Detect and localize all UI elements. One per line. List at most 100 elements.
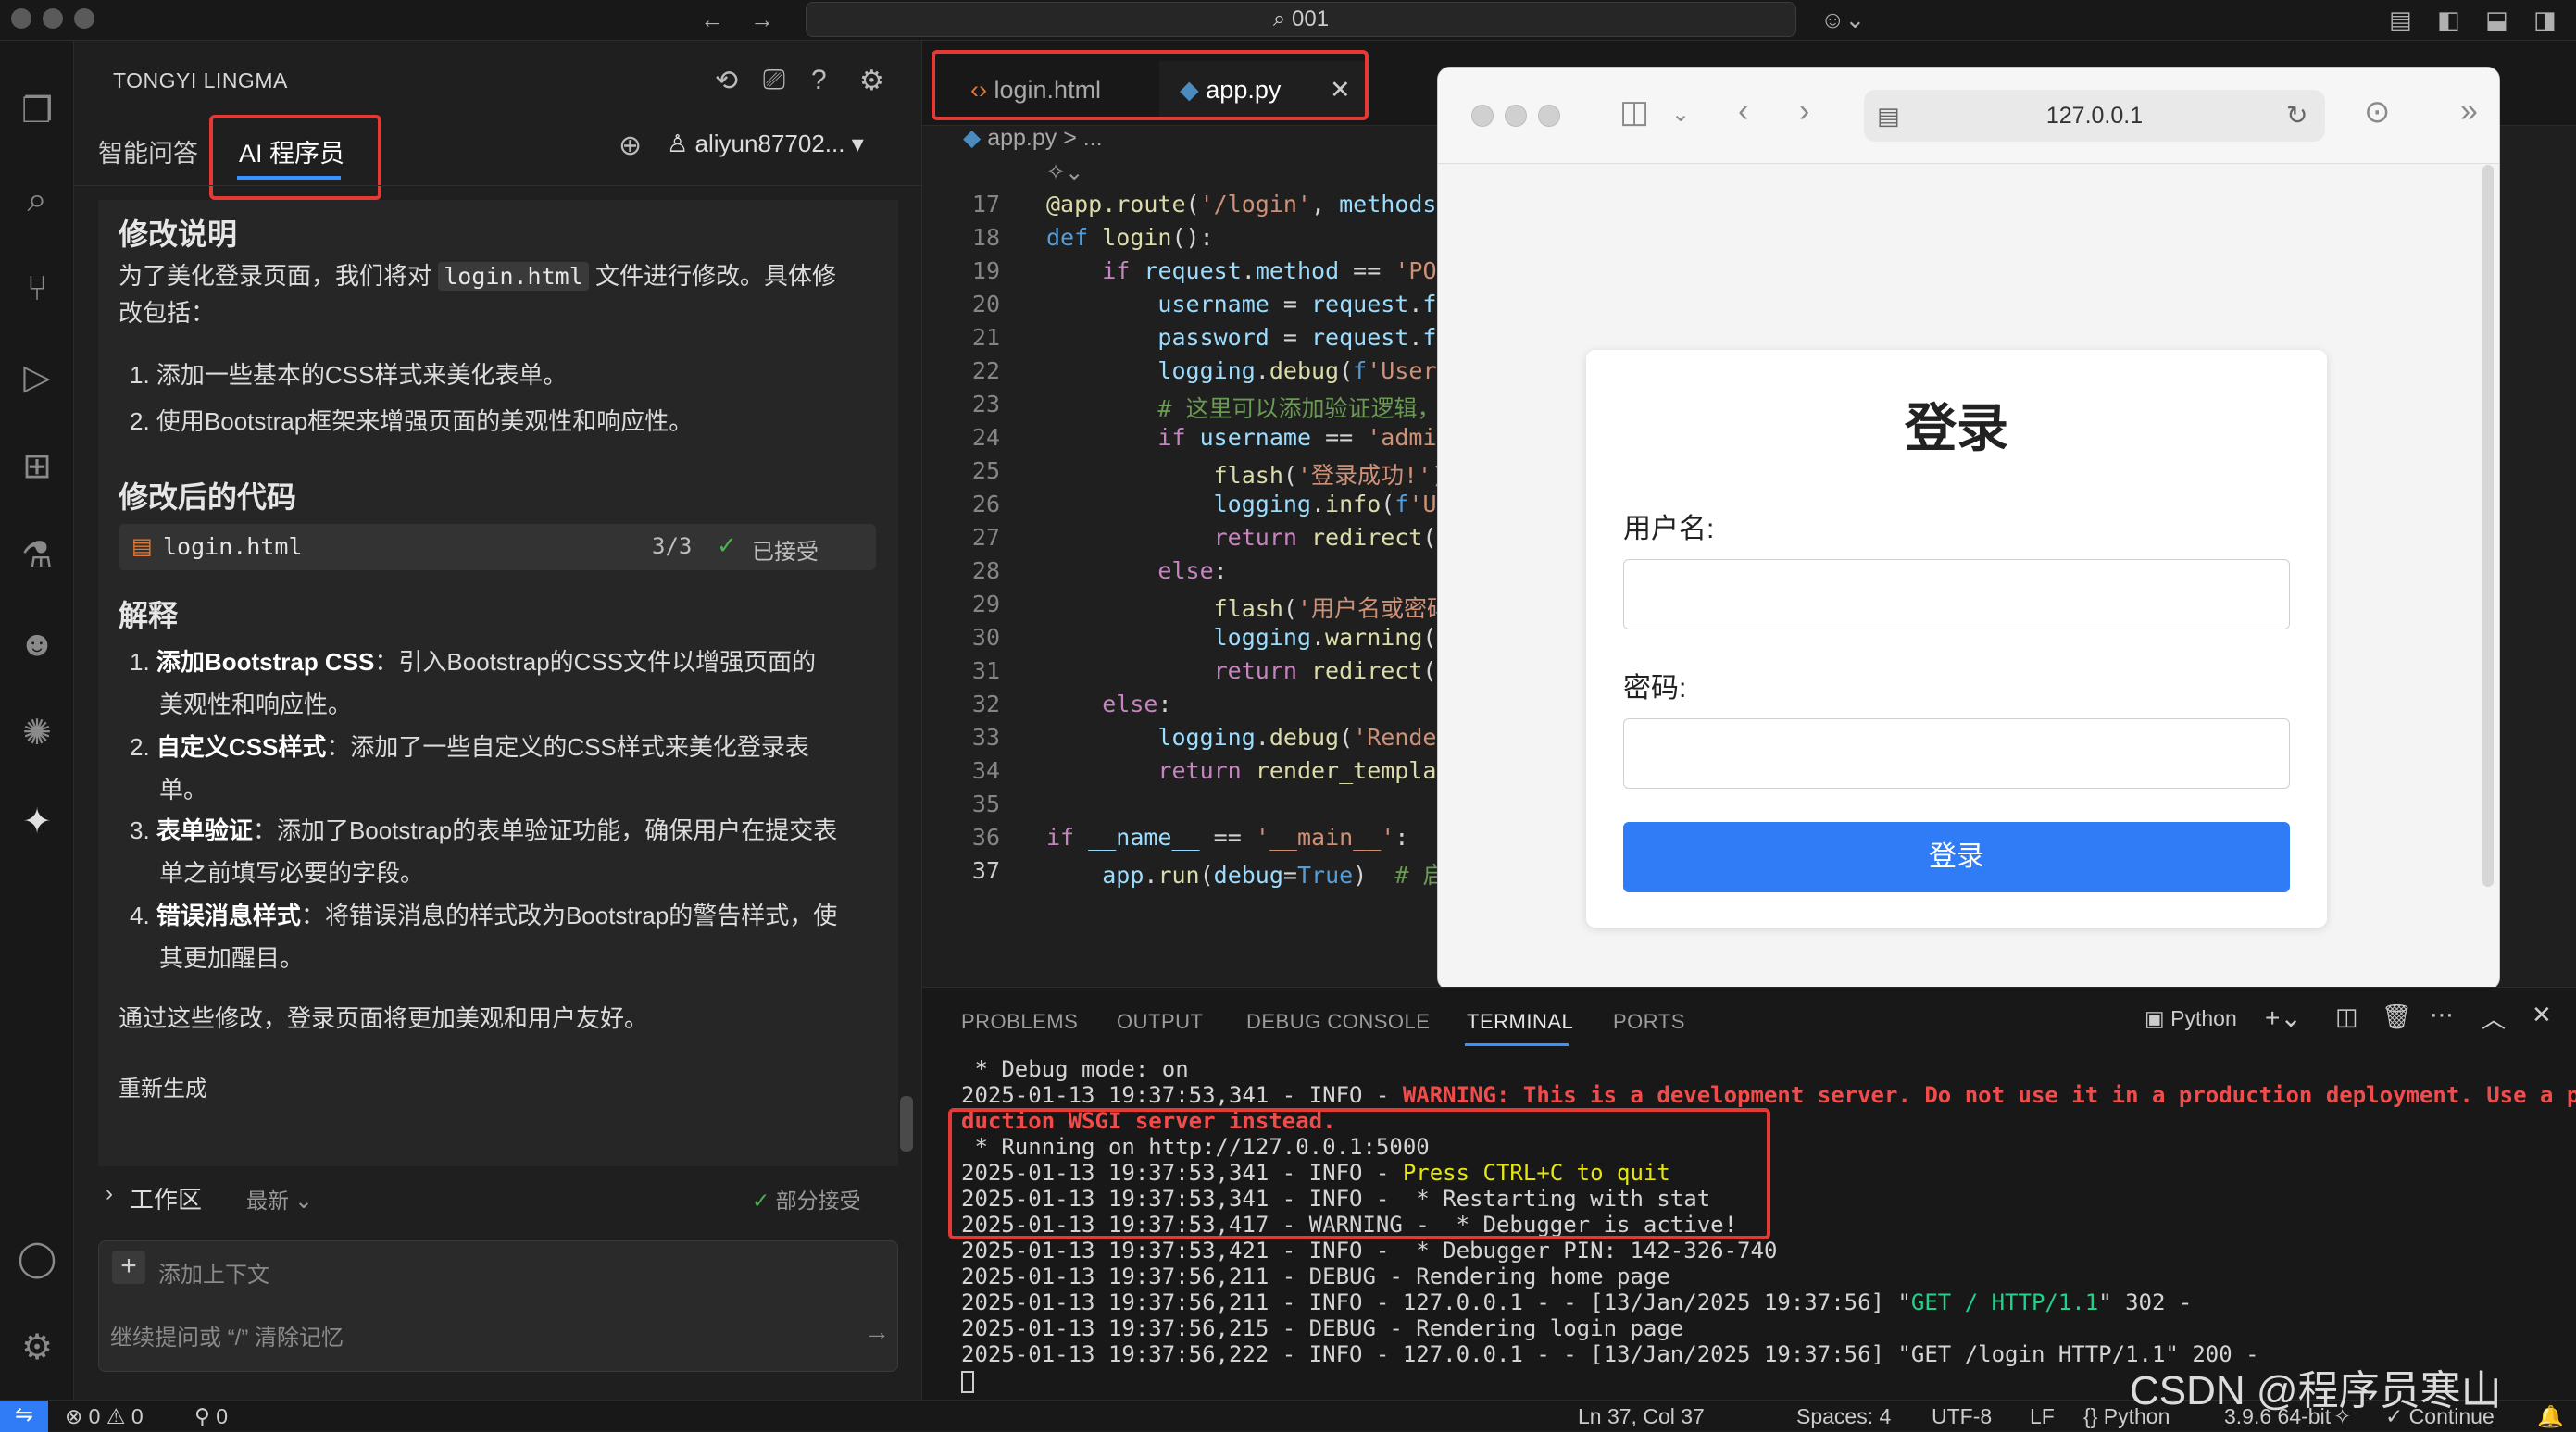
panel-title: TONGYI LINGMA — [113, 68, 288, 93]
chat-input-placeholder[interactable]: 继续提问或 “/” 清除记忆 — [110, 1319, 344, 1351]
copilot-icon[interactable]: ☺⌄ — [1820, 6, 1865, 34]
tab-smart-qa[interactable]: 智能问答 — [98, 133, 198, 169]
item-bold: 添加Bootstrap CSS — [156, 648, 375, 676]
explain-item-cont: 其更加醒目。 — [159, 944, 305, 972]
feedback-icon[interactable]: ⎚ — [763, 65, 785, 96]
problems-indicator[interactable]: ⊗ 0 ⚠ 0 — [65, 1404, 144, 1429]
activity-bar: ❐ ⌕ ⑂ ▷ ⊞ ⚗ ☻ ✺ ✦ ◯ ⚙ — [0, 41, 74, 1400]
terminal-shell-selector[interactable]: ▣ Python — [2145, 1006, 2237, 1031]
partial-accept-button[interactable]: ✓ 部分接受 — [752, 1183, 861, 1214]
tab-debug-console[interactable]: DEBUG CONSOLE — [1246, 1010, 1430, 1034]
browser-minimize-button[interactable] — [1505, 105, 1527, 127]
maximize-window-button[interactable] — [74, 8, 94, 29]
toggle-panel-icon[interactable]: ⬓ — [2485, 6, 2508, 34]
chat-input-box[interactable]: + 添加上下文 继续提问或 “/” 清除记忆 → — [98, 1240, 898, 1372]
item-text: ：引入Bootstrap的CSS文件以增强页面的 — [374, 648, 817, 676]
run-debug-icon[interactable]: ▷ — [13, 354, 61, 402]
tab-problems[interactable]: PROBLEMS — [961, 1010, 1078, 1034]
chevron-right-icon[interactable]: › — [106, 1181, 113, 1207]
settings-gear-icon[interactable]: ⚙ — [13, 1324, 61, 1372]
lingma-icon[interactable]: ✦ — [13, 798, 61, 846]
testing-icon[interactable]: ⚗ — [13, 531, 61, 579]
intro-part-a: 为了美化登录页面，我们将对 — [119, 262, 432, 290]
code-line: app.run(debug=True) # 启动 — [1102, 862, 1469, 889]
workspace-label[interactable]: 工作区 — [130, 1181, 202, 1215]
add-context-icon[interactable]: + — [112, 1251, 145, 1284]
encoding[interactable]: UTF-8 — [1932, 1404, 1992, 1429]
reload-icon[interactable]: ↻ — [2286, 90, 2307, 142]
tab-terminal[interactable]: TERMINAL — [1467, 1010, 1573, 1034]
tab-ports[interactable]: PORTS — [1613, 1010, 1685, 1034]
split-terminal-icon[interactable]: ◫ — [2335, 1002, 2358, 1031]
login-button[interactable]: 登录 — [1623, 822, 2290, 892]
scrollbar-thumb[interactable] — [900, 1096, 913, 1152]
add-context-label[interactable]: 添加上下文 — [158, 1256, 269, 1289]
code-line: logging.info(f'Us — [1213, 491, 1451, 517]
browser-close-button[interactable] — [1471, 105, 1494, 127]
openai-icon[interactable]: ✺ — [13, 709, 61, 757]
tab-output[interactable]: OUTPUT — [1117, 1010, 1203, 1034]
forward-arrow-icon[interactable]: → — [750, 6, 774, 34]
user-account-dropdown[interactable]: ♙ aliyun87702... ▾ — [667, 130, 864, 158]
bell-icon[interactable]: 🔔 — [2537, 1404, 2564, 1429]
toggle-sidebar-icon[interactable]: ◧ — [2437, 6, 2460, 34]
maximize-panel-icon[interactable]: ︿ — [2482, 1001, 2506, 1035]
sidebar-icon[interactable]: ◫ — [1619, 93, 1649, 131]
password-label: 密码: — [1623, 673, 1687, 704]
source-control-icon[interactable]: ⑂ — [13, 265, 61, 313]
line-number: 37 — [971, 857, 1000, 884]
layout-icon[interactable]: ▤ — [2389, 6, 2412, 34]
browser-maximize-button[interactable] — [1538, 105, 1560, 127]
extensions-icon[interactable]: ⊞ — [13, 442, 61, 491]
indentation[interactable]: Spaces: 4 — [1796, 1404, 1891, 1429]
latest-dropdown[interactable]: 最新 ⌄ — [246, 1183, 313, 1214]
back-icon[interactable]: ‹ — [1738, 93, 1748, 130]
account-icon[interactable]: ◯ — [13, 1235, 61, 1283]
search-icon[interactable]: ⌕ — [13, 176, 61, 224]
explorer-icon[interactable]: ❐ — [13, 87, 61, 135]
toggle-secondary-sidebar-icon[interactable]: ◨ — [2533, 6, 2557, 34]
breadcrumb-text: app.py > ... — [987, 125, 1103, 151]
chevron-down-icon[interactable]: ⌄ — [1671, 101, 1690, 128]
password-field[interactable] — [1623, 718, 2290, 789]
help-icon[interactable]: ? — [811, 65, 827, 96]
forward-icon[interactable]: › — [1799, 93, 1809, 130]
line-number: 17 — [971, 191, 1000, 218]
highlight-box — [948, 1108, 1770, 1239]
back-arrow-icon[interactable]: ← — [700, 6, 724, 34]
robot-icon[interactable]: ☻ — [13, 620, 61, 668]
browser-scrollbar[interactable] — [2482, 165, 2494, 887]
send-arrow-icon[interactable]: → — [864, 1317, 890, 1347]
item-number: 2. — [130, 733, 150, 761]
history-icon[interactable]: ⟲ — [715, 65, 738, 97]
more-icon[interactable]: ⋯ — [2430, 1001, 2454, 1029]
line-number: 23 — [971, 391, 1000, 417]
username-field[interactable] — [1623, 559, 2290, 629]
code-line: # 这里可以添加验证逻辑，例 — [1157, 395, 1464, 422]
ports-indicator[interactable]: ⚲ 0 — [194, 1404, 228, 1429]
line-number: 27 — [971, 524, 1000, 551]
regenerate-button[interactable]: 重新生成 — [119, 1070, 207, 1102]
settings-gear-icon[interactable]: ⚙ — [859, 65, 884, 97]
terminal-cursor — [961, 1371, 974, 1393]
line-ending[interactable]: LF — [2030, 1404, 2055, 1429]
more-tools-icon[interactable]: » — [2460, 93, 2478, 130]
intro-text: 为了美化登录页面，我们将对 login.html 文件进行修改。具体修 — [119, 257, 836, 295]
download-icon[interactable]: ⊙ — [2364, 93, 2391, 131]
code-line: else: — [1157, 557, 1228, 584]
file-change-chip[interactable]: ▤ login.html 3/3 ✓ 已接受 — [119, 524, 876, 570]
trash-icon[interactable]: 🗑 — [2382, 1002, 2412, 1031]
cursor-position[interactable]: Ln 37, Col 37 — [1578, 1404, 1705, 1429]
sparkle-icon[interactable]: ✧⌄ — [1046, 159, 1083, 186]
add-icon[interactable]: ⊕ — [619, 130, 642, 162]
close-window-button[interactable] — [11, 8, 31, 29]
address-bar[interactable]: ▤ 127.0.0.1 ↻ — [1864, 90, 2325, 142]
close-panel-icon[interactable]: ✕ — [2532, 1001, 2552, 1029]
item-bold: 自定义CSS样式 — [156, 733, 327, 761]
command-search-input[interactable]: ⌕ 001 — [806, 2, 1796, 37]
minimize-window-button[interactable] — [43, 8, 63, 29]
page-settings-icon[interactable]: ▤ — [1877, 90, 1900, 142]
login-card: 登录 用户名: 密码: 登录 — [1586, 350, 2327, 928]
new-terminal-icon[interactable]: +⌄ — [2265, 1002, 2302, 1033]
remote-indicator-icon[interactable]: ⇋ — [0, 1401, 48, 1432]
